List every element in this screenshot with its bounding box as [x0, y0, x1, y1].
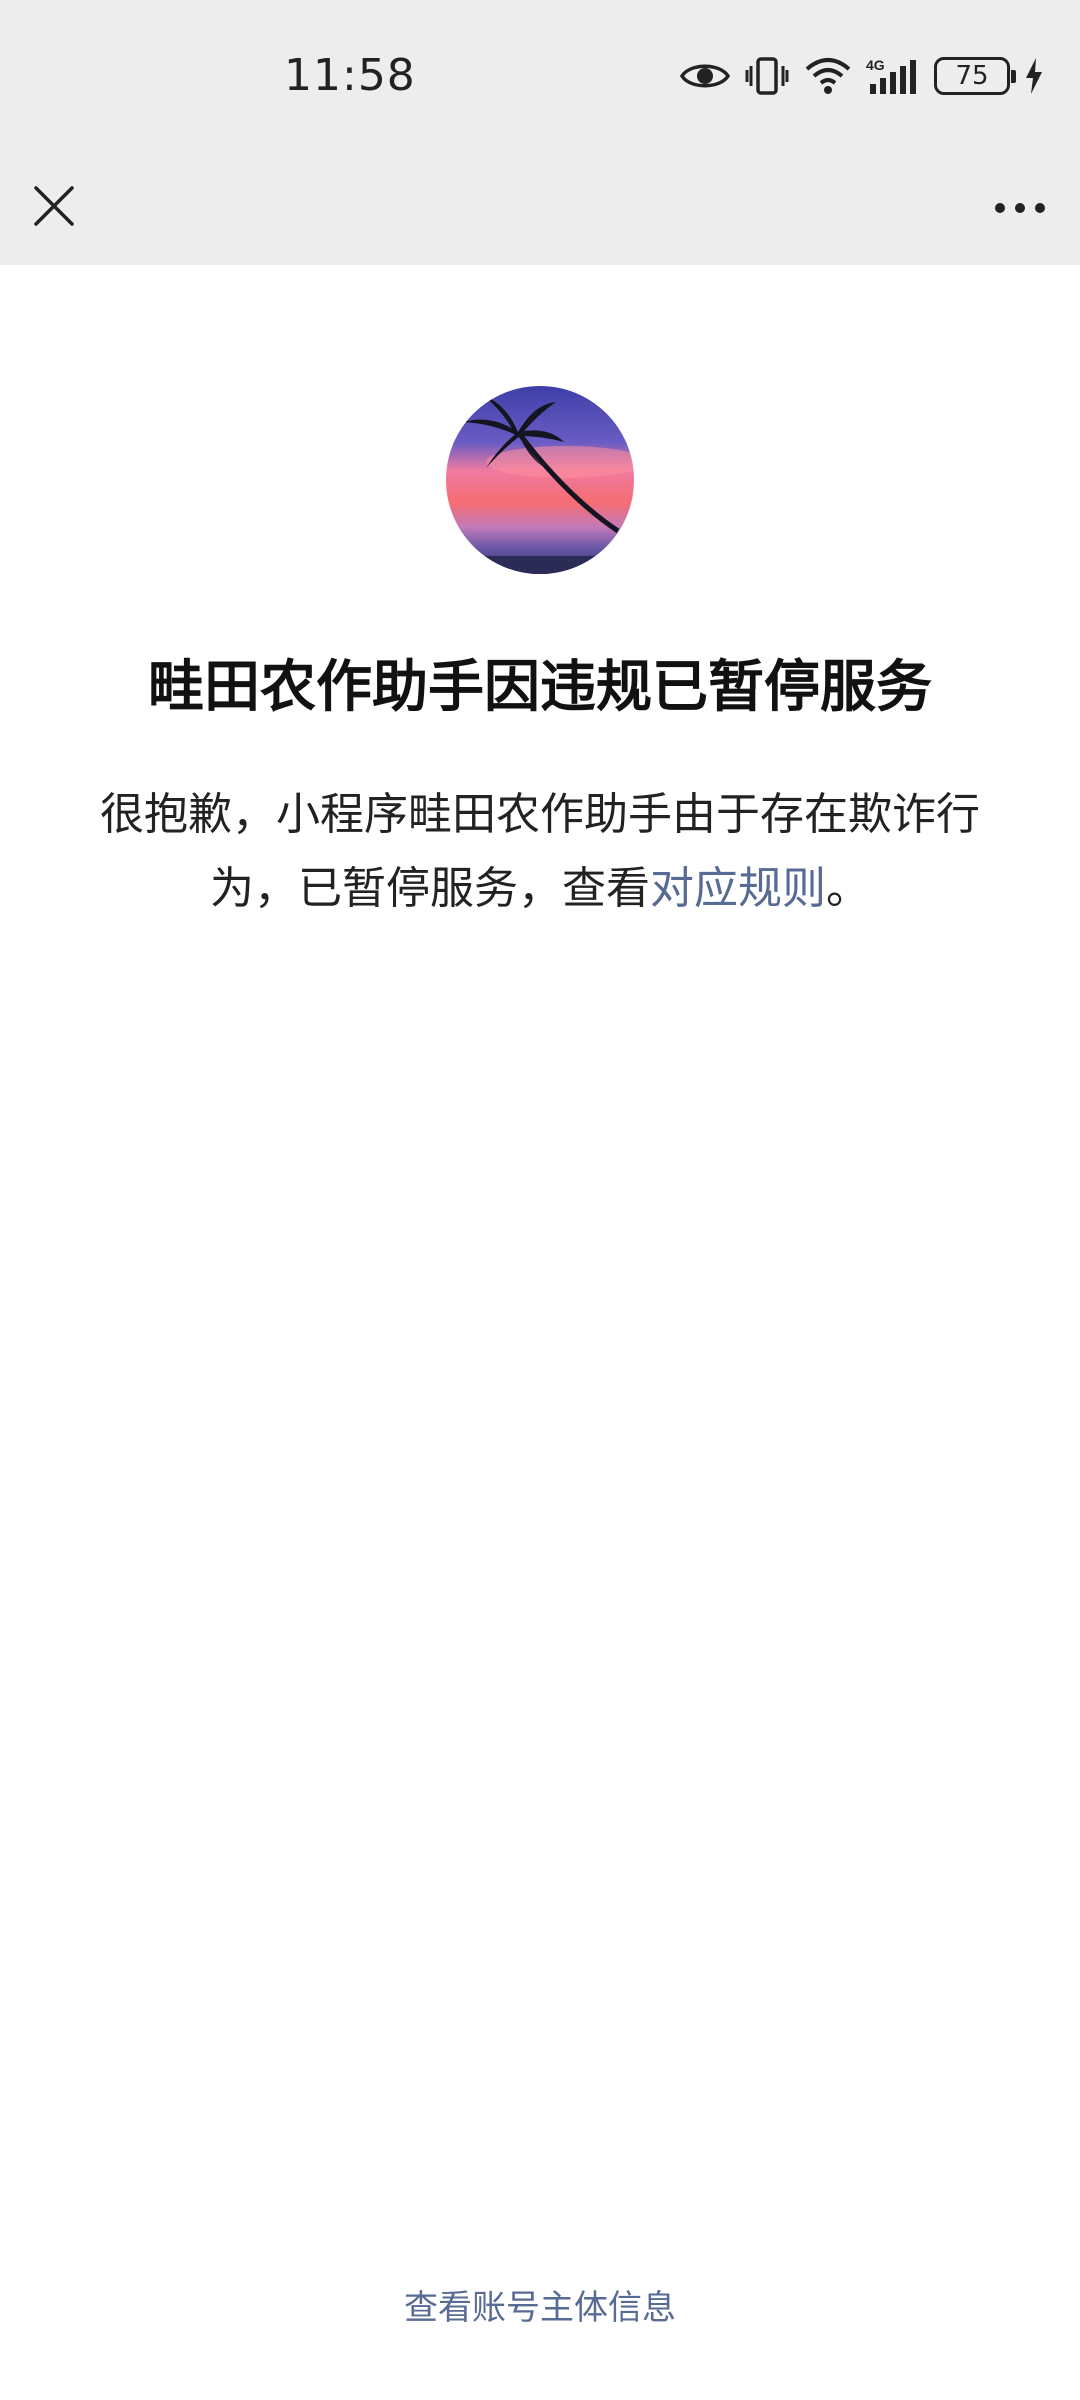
network-type-label: 4G: [866, 57, 885, 73]
status-icons: 4G 75: [680, 52, 1044, 100]
status-time: 11:58: [284, 50, 416, 101]
eye-icon: [680, 59, 730, 93]
signal-icon: 4G: [866, 56, 920, 96]
battery-level: 75: [955, 61, 989, 91]
suspension-description: 很抱歉，小程序畦田农作助手由于存在欺诈行为，已暂停服务，查看对应规则。: [90, 778, 990, 926]
more-icon: [994, 199, 1046, 218]
suspension-title: 畦田农作助手因违规已暂停服务: [148, 655, 932, 720]
status-bar: 11:58 4G 75: [0, 0, 1080, 160]
close-icon: [33, 185, 75, 231]
vibrate-icon: [744, 56, 790, 96]
nav-bar: [0, 160, 1080, 265]
close-button[interactable]: [20, 174, 88, 242]
rules-link[interactable]: 对应规则: [650, 863, 826, 914]
more-options-button[interactable]: [980, 174, 1060, 242]
mini-program-avatar: [446, 386, 634, 574]
battery-icon: 75: [934, 57, 1016, 95]
account-info-link[interactable]: 查看账号主体信息: [0, 2280, 1080, 2329]
charging-icon: [1024, 57, 1044, 95]
description-end: 。: [826, 863, 870, 914]
wifi-icon: [804, 56, 852, 96]
